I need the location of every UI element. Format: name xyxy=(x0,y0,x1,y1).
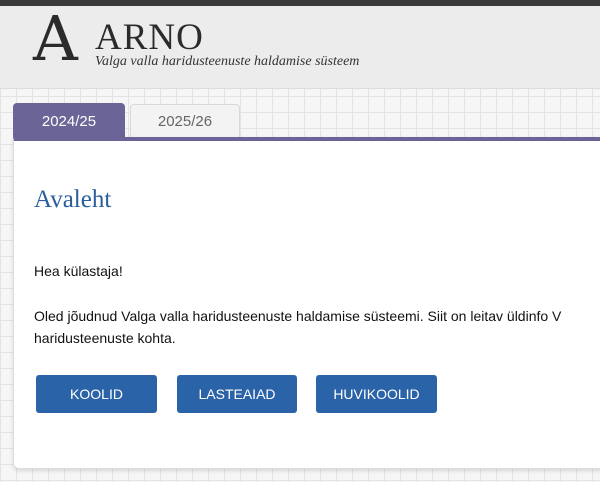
page-title: Avaleht xyxy=(34,186,112,213)
tab-2025-26[interactable]: 2025/26 xyxy=(130,104,240,138)
app-subtitle: Valga valla haridusteenuste haldamise sü… xyxy=(95,54,360,69)
tab-2024-25[interactable]: 2024/25 xyxy=(13,103,125,139)
main-panel: Avaleht Hea külastaja! Oled jõudnud Valg… xyxy=(13,137,600,469)
kindergartens-button[interactable]: LASTEAIAD xyxy=(177,375,297,413)
intro-line-1: Oled jõudnud Valga valla haridusteenuste… xyxy=(34,308,562,324)
intro-text: Oled jõudnud Valga valla haridusteenuste… xyxy=(34,305,600,349)
header: A ARNO Valga valla haridusteenuste halda… xyxy=(0,6,600,89)
greeting-text: Hea külastaja! xyxy=(34,263,123,279)
logo-letter: A xyxy=(33,2,78,75)
intro-line-2: haridusteenuste kohta. xyxy=(34,330,176,346)
app-name: ARNO xyxy=(95,17,204,58)
hobby-schools-button[interactable]: HUVIKOOLID xyxy=(316,375,437,413)
schools-button[interactable]: KOOLID xyxy=(36,375,157,413)
